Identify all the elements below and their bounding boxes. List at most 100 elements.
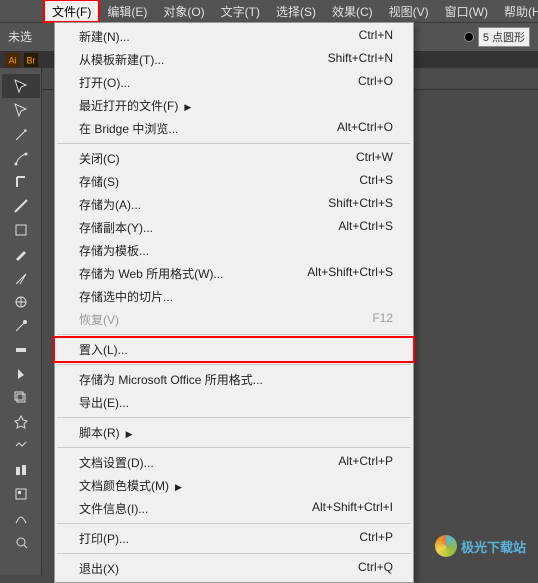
direct-selection-tool[interactable] [2,98,40,122]
file-menu-dropdown: 新建(N)... Ctrl+N 从模板新建(T)... Shift+Ctrl+N 打开(… [54,22,414,583]
rotate-tool[interactable] [2,290,40,314]
watermark: 极光下载站 [435,535,526,557]
selection-tool[interactable] [2,74,40,98]
mesh-tool[interactable] [2,410,40,434]
svg-text:Br: Br [27,55,36,65]
type-tool[interactable] [2,170,40,194]
menu-item-shortcut: Alt+Shift+Ctrl+I [312,500,393,517]
menu-item-shortcut: Ctrl+P [359,530,393,547]
stroke-style-select[interactable]: 5 点圆形 [478,27,530,47]
menu-8[interactable]: 帮助(H) [496,0,538,22]
file-menu-item-7[interactable]: 存储(S)Ctrl+S [55,170,413,193]
pencil-tool[interactable] [2,266,40,290]
file-menu-item-8[interactable]: 存储为(A)...Shift+Ctrl+S [55,193,413,216]
menu-0[interactable]: 文件(F) [44,0,99,22]
menu-3[interactable]: 文字(T) [213,0,268,22]
file-menu-item-1[interactable]: 从模板新建(T)... Shift+Ctrl+N [55,48,413,71]
menu-item-label: 脚本(R) [79,424,133,441]
menu-item-shortcut: Ctrl+N [359,28,393,45]
menu-item-label: 文档颜色模式(M) [79,477,182,494]
menu-item-shortcut: Ctrl+Q [358,560,393,577]
menu-5[interactable]: 效果(C) [324,0,381,22]
menu-item-shortcut: Ctrl+O [358,74,393,91]
shape-builder-tool[interactable] [2,362,40,386]
menu-2[interactable]: 对象(O) [155,0,212,22]
width-tool[interactable] [2,314,40,338]
menu-item-shortcut: Alt+Ctrl+S [338,219,393,236]
file-menu-item-15[interactable]: 置入(L)... [55,338,413,361]
file-menu-item-20[interactable]: 脚本(R) [55,421,413,444]
magic-wand-tool[interactable] [2,122,40,146]
app-logo-icon[interactable]: Ai [6,53,20,67]
menu-item-label: 存储为模板... [79,242,149,259]
menu-item-label: 文件信息(I)... [79,500,148,517]
menu-item-shortcut: Shift+Ctrl+N [328,51,393,68]
menu-item-label: 存储为 Microsoft Office 所用格式... [79,371,263,388]
column-graph-tool[interactable] [2,458,40,482]
gradient-tool[interactable] [2,434,40,458]
file-menu-item-11[interactable]: 存储为 Web 所用格式(W)... Alt+Shift+Ctrl+S [55,262,413,285]
menu-item-label: 退出(X) [79,560,119,577]
menu-item-label: 关闭(C) [79,150,120,167]
file-menu-item-10[interactable]: 存储为模板... [55,239,413,262]
menu-separator [57,364,411,365]
menu-item-label: 恢复(V) [79,311,119,328]
file-menu-item-23[interactable]: 文档颜色模式(M) [55,474,413,497]
file-menu-item-24[interactable]: 文件信息(I)... Alt+Shift+Ctrl+I [55,497,413,520]
file-menu-item-2[interactable]: 打开(O)... Ctrl+O [55,71,413,94]
menu-item-label: 最近打开的文件(F) [79,97,191,114]
menu-item-label: 从模板新建(T)... [79,51,164,68]
pen-tool[interactable] [2,146,40,170]
menu-6[interactable]: 视图(V) [381,0,437,22]
slice-tool[interactable] [2,506,40,530]
line-tool[interactable] [2,194,40,218]
file-menu-item-17[interactable]: 存储为 Microsoft Office 所用格式... [55,368,413,391]
menu-item-label: 文档设置(D)... [79,454,154,471]
menu-item-shortcut: Alt+Ctrl+O [337,120,393,137]
watermark-logo-icon [435,535,457,557]
stroke-dot-icon [464,32,474,42]
paintbrush-tool[interactable] [2,242,40,266]
menu-item-label: 存储(S) [79,173,119,190]
artboard-tool[interactable] [2,482,40,506]
menu-item-shortcut: Alt+Shift+Ctrl+S [307,265,393,282]
rectangle-tool[interactable] [2,218,40,242]
menu-4[interactable]: 选择(S) [268,0,324,22]
menu-item-shortcut: Alt+Ctrl+P [338,454,393,471]
zoom-tool[interactable] [2,530,40,554]
file-menu-item-3[interactable]: 最近打开的文件(F) [55,94,413,117]
menu-item-label: 打开(O)... [79,74,130,91]
menu-item-shortcut: F12 [372,311,393,328]
file-menu-item-9[interactable]: 存储副本(Y)... Alt+Ctrl+S [55,216,413,239]
file-menu-item-6[interactable]: 关闭(C) Ctrl+W [55,147,413,170]
free-transform-tool[interactable] [2,338,40,362]
menu-7[interactable]: 窗口(W) [437,0,496,22]
file-menu-item-26[interactable]: 打印(P)... Ctrl+P [55,527,413,550]
file-menu-item-22[interactable]: 文档设置(D)... Alt+Ctrl+P [55,451,413,474]
file-menu-item-4[interactable]: 在 Bridge 中浏览...Alt+Ctrl+O [55,117,413,140]
menu-item-label: 存储为(A)... [79,196,141,213]
watermark-text: 极光下载站 [461,537,526,556]
menubar: 文件(F)编辑(E)对象(O)文字(T)选择(S)效果(C)视图(V)窗口(W)… [0,0,538,22]
menu-separator [57,553,411,554]
menu-separator [57,523,411,524]
menu-item-label: 存储为 Web 所用格式(W)... [79,265,223,282]
menu-item-shortcut: Ctrl+W [356,150,393,167]
menu-1[interactable]: 编辑(E) [99,0,155,22]
menu-item-label: 存储副本(Y)... [79,219,153,236]
menu-separator [57,143,411,144]
file-menu-item-28[interactable]: 退出(X) Ctrl+Q [55,557,413,580]
menu-item-label: 新建(N)... [79,28,130,45]
menu-item-label: 打印(P)... [79,530,129,547]
menu-item-label: 置入(L)... [79,341,128,358]
menu-separator [57,334,411,335]
left-toolbar [0,68,42,575]
file-menu-item-18[interactable]: 导出(E)... [55,391,413,414]
menu-separator [57,417,411,418]
file-menu-item-13: 恢复(V) F12 [55,308,413,331]
svg-text:Ai: Ai [9,55,17,65]
bridge-icon[interactable]: Br [24,53,38,67]
perspective-tool[interactable] [2,386,40,410]
file-menu-item-0[interactable]: 新建(N)... Ctrl+N [55,25,413,48]
file-menu-item-12[interactable]: 存储选中的切片... [55,285,413,308]
